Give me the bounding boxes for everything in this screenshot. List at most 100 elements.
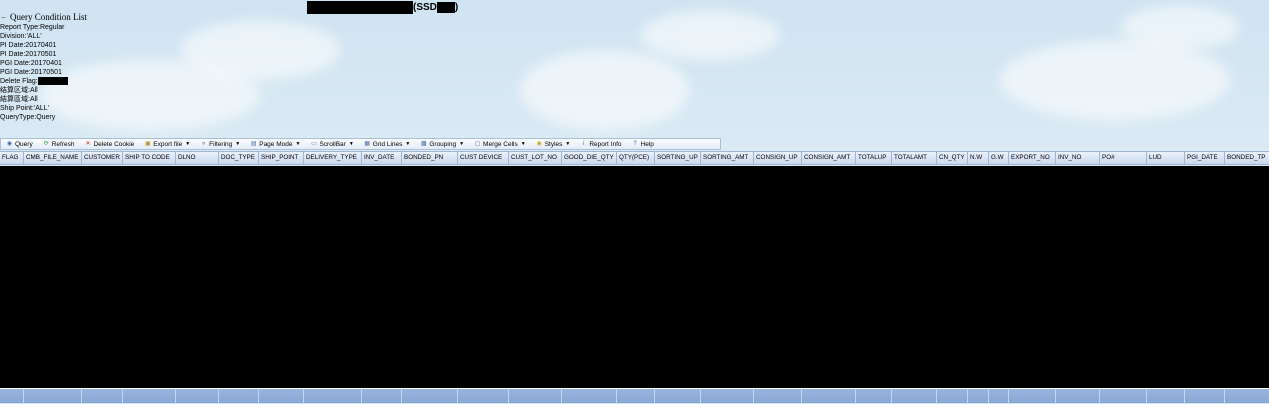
- condition-value: 20170501: [30, 69, 62, 76]
- column-header[interactable]: PGI_DATE: [1185, 152, 1225, 164]
- column-header[interactable]: QTY(PCE): [617, 152, 655, 164]
- footer-cell: [617, 389, 655, 404]
- toolbar-report-info-button[interactable]: i Report Info: [575, 139, 626, 149]
- column-header[interactable]: G.W: [989, 152, 1009, 164]
- footer-cell: [1009, 389, 1056, 404]
- column-header[interactable]: PO#: [1100, 152, 1147, 164]
- toolbar-delete-cookie-button[interactable]: ✕ Delete Cookie: [79, 139, 139, 149]
- condition-value: Regular: [39, 24, 65, 31]
- toolbar-refresh-button[interactable]: ⟳ Refresh: [38, 139, 80, 149]
- condition-list-header[interactable]: − Query Condition List: [0, 12, 87, 23]
- column-header[interactable]: SHIP TO CODE: [123, 152, 176, 164]
- condition-value: 'ALL': [33, 105, 49, 112]
- column-header[interactable]: N.W: [968, 152, 989, 164]
- condition-label: Division:: [0, 33, 27, 40]
- redacted-block: [37, 77, 68, 86]
- background-clouds: [0, 0, 1269, 138]
- binoculars-icon: ◉: [6, 140, 13, 147]
- chevron-down-icon: ▼: [520, 141, 526, 147]
- condition-value: 20170401: [30, 60, 62, 67]
- condition-value: 'ALL': [26, 33, 42, 40]
- condition-value: Query: [36, 114, 56, 121]
- grid-footer-row: [0, 388, 1269, 404]
- toolbar-button-label: Help: [640, 140, 654, 148]
- condition-line: Division:'ALL': [0, 32, 87, 41]
- footer-cell: [1225, 389, 1269, 404]
- footer-cell: [82, 389, 123, 404]
- footer-cell: [562, 389, 617, 404]
- toolbar-button-label: Refresh: [51, 140, 75, 148]
- page-icon: ▤: [250, 140, 257, 147]
- footer-cell: [123, 389, 176, 404]
- column-header[interactable]: CONSIGN_AMT: [802, 152, 856, 164]
- footer-cell: [701, 389, 754, 404]
- column-header[interactable]: CUSTOMER: [82, 152, 123, 164]
- footer-cell: [24, 389, 82, 404]
- toolbar-scrollbar-button[interactable]: ▭ ScrollBar ▼: [305, 139, 358, 149]
- footer-cell: [0, 389, 24, 404]
- column-header[interactable]: LUD: [1147, 152, 1185, 164]
- grouping-icon: ▩: [421, 140, 427, 147]
- column-header[interactable]: CN_QTY: [937, 152, 968, 164]
- toolbar-button-label: Page Mode: [259, 140, 293, 148]
- merge-icon: ▢: [474, 140, 481, 147]
- redacted-block: [436, 2, 455, 13]
- condition-label: Delete Flag:: [0, 78, 38, 85]
- column-header[interactable]: INV_NO: [1056, 152, 1100, 164]
- column-header[interactable]: CUST_LOT_NO: [509, 152, 562, 164]
- toolbar-button-label: Styles: [544, 140, 563, 148]
- toolbar-button-label: ScrollBar: [319, 140, 346, 148]
- column-header[interactable]: TOTALAMT: [892, 152, 937, 164]
- column-header[interactable]: BONDED_TP: [1225, 152, 1269, 164]
- column-header[interactable]: INV_DATE: [362, 152, 402, 164]
- toolbar-merge-cells-button[interactable]: ▢ Merge Cells ▼: [469, 139, 531, 149]
- grid-icon: ▦: [364, 140, 371, 147]
- toolbar-query-button[interactable]: ◉ Query: [1, 139, 38, 149]
- toolbar-grid-lines-button[interactable]: ▦ Grid Lines ▼: [359, 139, 416, 149]
- toolbar-grouping-button[interactable]: ▩ Grouping ▼: [415, 139, 469, 149]
- footer-cell: [1100, 389, 1147, 404]
- condition-label: 结算区域:: [0, 87, 30, 94]
- column-header[interactable]: DLNO: [176, 152, 219, 164]
- help-icon: ?: [633, 140, 637, 147]
- column-header[interactable]: EXPORT_NO: [1009, 152, 1056, 164]
- condition-label: PI Date:: [0, 42, 26, 49]
- page-title: (SSD ): [307, 1, 458, 14]
- column-header[interactable]: TOTALUP: [856, 152, 892, 164]
- condition-label: PGI Date:: [0, 60, 31, 67]
- condition-label: 結算區域:: [0, 96, 30, 103]
- condition-line: PGI Date:20170401: [0, 59, 87, 68]
- footer-cell: [968, 389, 989, 404]
- toolbar-button-label: Grid Lines: [372, 140, 403, 148]
- column-header[interactable]: SORTING_UP: [655, 152, 701, 164]
- toolbar-filtering-button[interactable]: ▿ Filtering ▼: [195, 139, 245, 149]
- chevron-down-icon: ▼: [348, 141, 354, 147]
- column-header[interactable]: CUST DEVICE: [458, 152, 509, 164]
- toolbar-button-label: Delete Cookie: [93, 140, 135, 148]
- column-header[interactable]: SHIP_POINT: [259, 152, 304, 164]
- condition-line: QueryType:Query: [0, 113, 87, 122]
- toolbar-page-mode-button[interactable]: ▤ Page Mode ▼: [245, 139, 305, 149]
- collapse-icon[interactable]: −: [0, 12, 7, 23]
- column-header[interactable]: DOC_TYPE: [219, 152, 259, 164]
- toolbar-export-file-button[interactable]: ▣ Export file ▼: [139, 139, 195, 149]
- column-header[interactable]: GOOD_DIE_QTY: [562, 152, 617, 164]
- footer-cell: [362, 389, 402, 404]
- toolbar-help-button[interactable]: ? Help: [627, 139, 659, 149]
- chevron-down-icon: ▼: [459, 141, 465, 147]
- footer-cell: [856, 389, 892, 404]
- footer-cell: [259, 389, 304, 404]
- condition-list-title: Query Condition List: [10, 12, 87, 22]
- column-header[interactable]: FLAG: [0, 152, 24, 164]
- column-header[interactable]: SORTING_AMT: [701, 152, 754, 164]
- column-header[interactable]: BONDED_PN: [402, 152, 458, 164]
- condition-label: PGI Date:: [0, 69, 31, 76]
- toolbar-styles-button[interactable]: ◉ Styles ▼: [531, 139, 576, 149]
- column-header[interactable]: CONSIGN_UP: [754, 152, 802, 164]
- refresh-icon: ⟳: [43, 140, 49, 147]
- column-header[interactable]: CMB_FILE_NAME: [24, 152, 82, 164]
- chevron-down-icon: ▼: [235, 141, 241, 147]
- condition-line: Ship Point:'ALL': [0, 104, 87, 113]
- column-header[interactable]: DELIVERY_TYPE: [304, 152, 362, 164]
- redacted-block: [307, 1, 413, 14]
